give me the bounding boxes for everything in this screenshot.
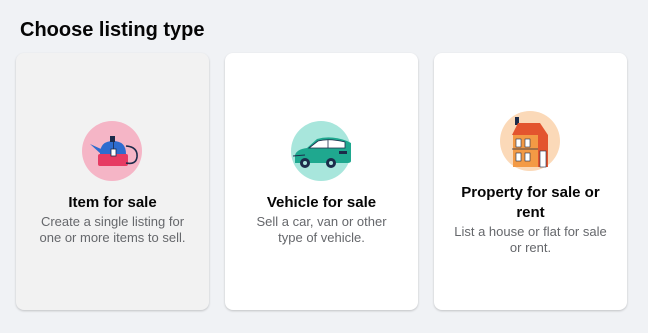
card-title: Property for sale or rent — [461, 184, 600, 221]
card-description: Create a single listing for one or more … — [39, 214, 186, 245]
listing-type-options: Item for sale Create a single listing fo… — [0, 0, 648, 333]
card-title: Vehicle for sale — [266, 194, 377, 211]
card-description: List a house or flat for sale or rent. — [454, 224, 607, 255]
card-title: Item for sale — [68, 194, 157, 211]
card-description: Sell a car, van or other type of vehicle… — [256, 214, 387, 245]
car-icon — [291, 121, 351, 181]
kettle-icon — [82, 121, 142, 181]
house-icon — [500, 111, 560, 171]
property-for-sale-card[interactable]: Property for sale or rent List a house o… — [434, 53, 627, 310]
vehicle-for-sale-card[interactable]: Vehicle for sale Sell a car, van or othe… — [225, 53, 418, 310]
item-for-sale-card[interactable]: Item for sale Create a single listing fo… — [16, 53, 209, 310]
